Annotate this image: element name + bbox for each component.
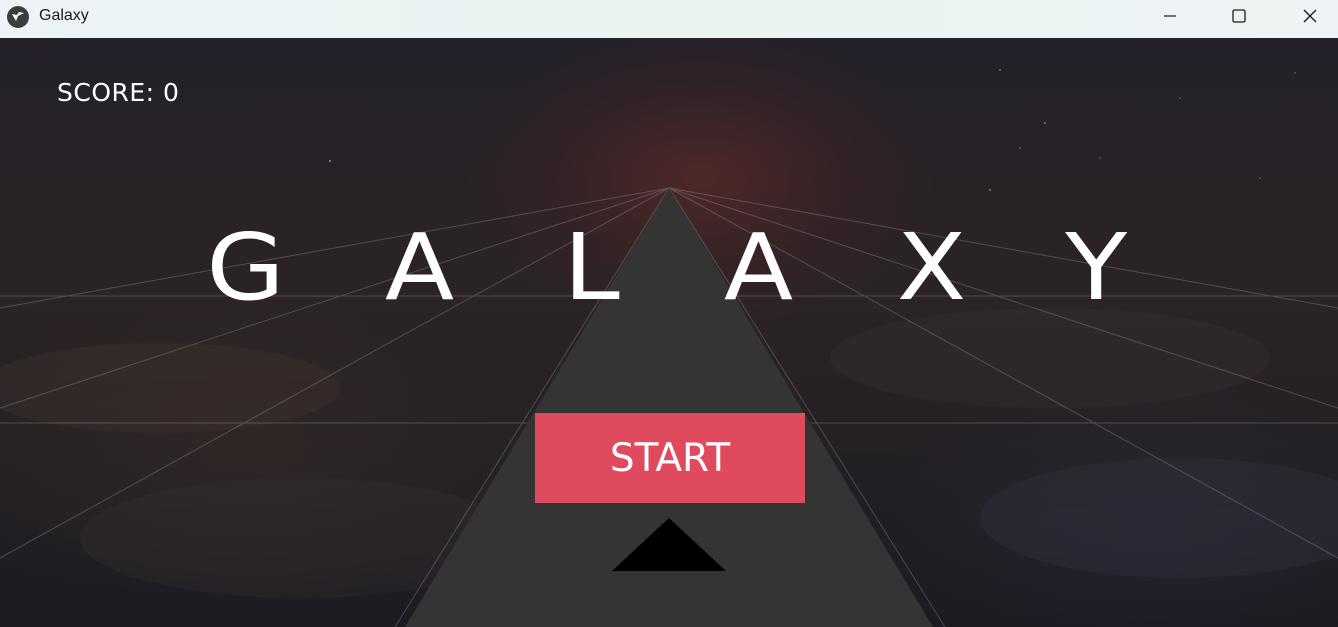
game-scene (0, 69, 1338, 627)
title-bar[interactable]: Galaxy (0, 0, 1338, 38)
start-button[interactable]: START (535, 413, 805, 503)
kivy-app-icon (7, 6, 29, 28)
game-canvas[interactable]: SCORE: 0 G A L A X Y START (0, 38, 1338, 627)
maximize-button[interactable] (1216, 0, 1262, 32)
maximize-icon (1232, 9, 1246, 23)
title-letter-g: G (206, 214, 285, 321)
title-letter-a: A (384, 214, 455, 321)
minimize-button[interactable] (1147, 0, 1193, 32)
app-window: Galaxy SCORE: 0 G A L A X Y START (0, 0, 1338, 627)
close-button[interactable] (1287, 0, 1333, 32)
title-letter-y: Y (1065, 214, 1128, 321)
close-icon (1303, 9, 1317, 23)
title-letter-a2: A (723, 214, 794, 321)
game-title: G A L A X Y (190, 218, 1170, 318)
minimize-icon (1164, 15, 1176, 17)
title-letter-l: L (563, 214, 620, 321)
title-letter-x: X (896, 214, 967, 321)
window-title: Galaxy (39, 7, 89, 24)
score-label: SCORE: 0 (57, 78, 180, 107)
